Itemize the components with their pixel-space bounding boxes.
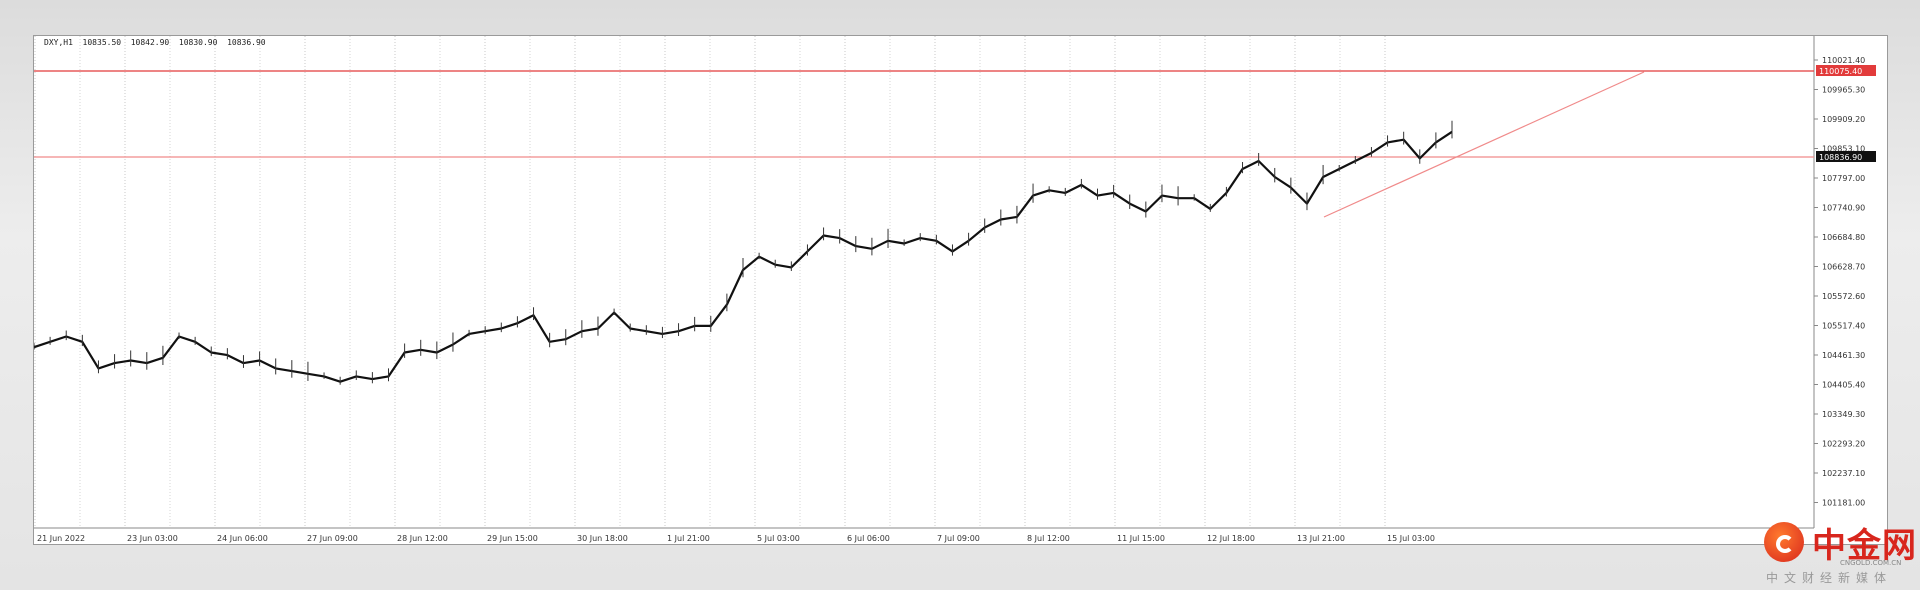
logo-url: CNGOLD.COM.CN bbox=[1840, 559, 1902, 567]
x-tick-label: 5 Jul 03:00 bbox=[757, 534, 800, 543]
x-tick-label: 28 Jun 12:00 bbox=[397, 534, 448, 543]
x-tick-label: 13 Jul 21:00 bbox=[1297, 534, 1345, 543]
open-value: 10835.50 bbox=[82, 38, 122, 47]
y-tick-label: 109909.20 bbox=[1822, 115, 1865, 124]
x-tick-label: 8 Jul 12:00 bbox=[1027, 534, 1070, 543]
x-tick-label: 29 Jun 15:00 bbox=[487, 534, 538, 543]
x-tick-label: 6 Jul 06:00 bbox=[847, 534, 890, 543]
y-tick-label: 101181.00 bbox=[1822, 499, 1865, 508]
close-value: 10836.90 bbox=[227, 38, 266, 47]
x-tick-label: 1 Jul 21:00 bbox=[667, 534, 710, 543]
logo-icon bbox=[1764, 522, 1804, 562]
y-tick-label: 109965.30 bbox=[1822, 86, 1865, 95]
high-value: 10842.90 bbox=[130, 38, 170, 47]
price-chart[interactable]: 21 Jun 2022 23 Jun 03:00 24 Jun 06:00 27 Ju… bbox=[34, 36, 1889, 546]
y-tick-label: 105572.60 bbox=[1822, 292, 1865, 301]
y-tick-label: 102293.20 bbox=[1822, 440, 1865, 449]
y-tick-label: 107740.90 bbox=[1822, 204, 1865, 213]
y-tick-label: 103349.30 bbox=[1822, 410, 1865, 419]
x-tick-label: 23 Jun 03:00 bbox=[127, 534, 178, 543]
x-tick-label: 21 Jun 2022 bbox=[37, 534, 85, 543]
y-tick-label: 102237.10 bbox=[1822, 469, 1865, 478]
logo-tagline: 中文财经新媒体 bbox=[1766, 571, 1893, 585]
trend-line[interactable] bbox=[1323, 71, 1645, 218]
x-tick-label: 27 Jun 09:00 bbox=[307, 534, 358, 543]
y-tick-label: 104405.40 bbox=[1822, 381, 1865, 390]
x-tick-label: 12 Jul 18:00 bbox=[1207, 534, 1255, 543]
current-price-label: 108836.90 bbox=[1819, 153, 1862, 162]
x-tick-label: 11 Jul 15:00 bbox=[1117, 534, 1165, 543]
resistance-price-label: 110075.40 bbox=[1819, 67, 1862, 76]
y-tick-label: 104461.30 bbox=[1822, 351, 1865, 360]
symbol-label: DXY,H1 bbox=[44, 38, 73, 47]
price-series-line[interactable] bbox=[34, 130, 1453, 383]
ohlc-readout: DXY,H1 10835.50 10842.90 10830.90 10836.… bbox=[44, 38, 266, 47]
low-value: 10830.90 bbox=[178, 38, 218, 47]
y-tick-label: 107797.00 bbox=[1822, 174, 1865, 183]
y-tick-label: 106628.70 bbox=[1822, 263, 1865, 272]
x-tick-label: 15 Jul 03:00 bbox=[1387, 534, 1435, 543]
x-tick-label: 7 Jul 09:00 bbox=[937, 534, 980, 543]
x-tick-label: 30 Jun 18:00 bbox=[577, 534, 628, 543]
y-tick-label: 110021.40 bbox=[1822, 56, 1865, 65]
watermark-logo: 中金网 CNGOLD.COM.CN 中文财经新媒体 bbox=[1762, 518, 1920, 585]
x-tick-label: 24 Jun 06:00 bbox=[217, 534, 268, 543]
y-tick-label: 105517.40 bbox=[1822, 322, 1865, 331]
chart-frame: 21 Jun 2022 23 Jun 03:00 24 Jun 06:00 27 Ju… bbox=[33, 35, 1888, 545]
y-tick-label: 106684.80 bbox=[1822, 233, 1865, 242]
